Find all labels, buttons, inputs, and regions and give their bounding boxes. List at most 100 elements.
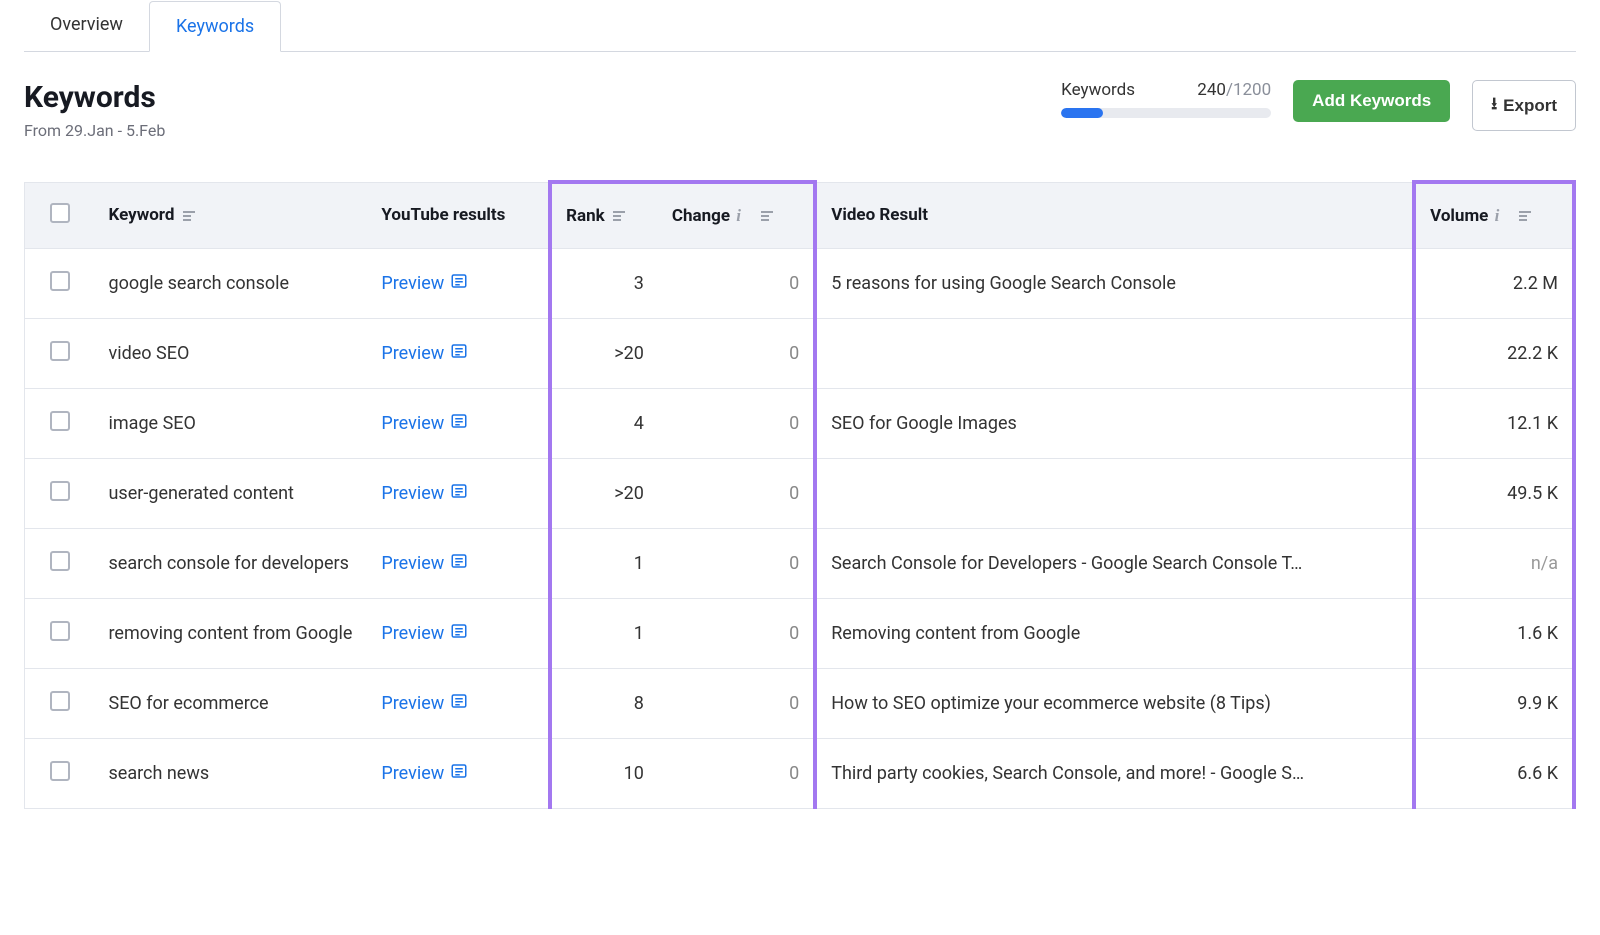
keywords-counter: Keywords 240/1200 [1061,80,1271,118]
change-cell: 0 [658,458,815,528]
change-cell: 0 [658,598,815,668]
preview-label: Preview [381,343,444,364]
table-row: search news Preview 100Third party cookies… [25,738,1575,808]
sort-icon [761,209,775,223]
row-checkbox[interactable] [50,481,70,501]
preview-link[interactable]: Preview [381,412,468,435]
col-video: Video Result [815,182,1414,248]
video-result-cell: 5 reasons for using Google Search Consol… [815,248,1414,318]
preview-link[interactable]: Preview [381,692,468,715]
sort-icon [183,209,197,223]
counter-max: 1200 [1233,80,1271,100]
col-keyword[interactable]: Keyword [95,182,368,248]
row-checkbox[interactable] [50,341,70,361]
video-result-cell: How to SEO optimize your ecommerce websi… [815,668,1414,738]
tab-overview[interactable]: Overview [24,0,149,51]
select-all-checkbox[interactable] [50,203,70,223]
table-row: video SEOPreview>20022.2 K [25,318,1575,388]
video-result-cell: SEO for Google Images [815,388,1414,458]
export-button[interactable]: ⭳ Export [1472,80,1576,131]
keyword-cell: image SEO [95,388,368,458]
counter-label: Keywords [1061,80,1135,100]
volume-cell: n/a [1414,528,1574,598]
row-checkbox[interactable] [50,621,70,641]
preview-link[interactable]: Preview [381,622,468,645]
page-title: Keywords [24,80,165,115]
col-volume[interactable]: Volume i [1414,182,1574,248]
download-icon: ⭳ [1491,91,1497,120]
preview-label: Preview [381,273,444,294]
volume-cell: 22.2 K [1414,318,1574,388]
keyword-cell: search news [95,738,368,808]
table-row: google search console Preview 305 reasons … [25,248,1575,318]
change-cell: 0 [658,738,815,808]
preview-label: Preview [381,483,444,504]
video-result-cell: Search Console for Developers - Google S… [815,528,1414,598]
preview-link[interactable]: Preview [381,552,468,575]
keyword-cell: removing content from Google [95,598,368,668]
rank-cell: 3 [550,248,658,318]
change-cell: 0 [658,528,815,598]
rank-cell: 8 [550,668,658,738]
table-row: user-generated content Preview >200 49.5 K [25,458,1575,528]
volume-cell: 49.5 K [1414,458,1574,528]
preview-icon [450,342,468,365]
change-cell: 0 [658,388,815,458]
change-cell: 0 [658,318,815,388]
info-icon[interactable]: i [1495,206,1511,226]
table-row: SEO for ecommerce Preview 80How to SEO opt… [25,668,1575,738]
preview-icon [450,552,468,575]
keyword-cell: search console for developers [95,528,368,598]
video-result-cell: Third party cookies, Search Console, and… [815,738,1414,808]
change-cell: 0 [658,668,815,738]
rank-cell: >20 [550,318,658,388]
col-rank[interactable]: Rank [550,182,658,248]
volume-cell: 6.6 K [1414,738,1574,808]
preview-label: Preview [381,763,444,784]
preview-link[interactable]: Preview [381,762,468,785]
volume-cell: 12.1 K [1414,388,1574,458]
video-result-cell: Removing content from Google [815,598,1414,668]
preview-link[interactable]: Preview [381,482,468,505]
rank-cell: 1 [550,598,658,668]
row-checkbox[interactable] [50,691,70,711]
col-change[interactable]: Change i [658,182,815,248]
volume-cell: 9.9 K [1414,668,1574,738]
keyword-cell: user-generated content [95,458,368,528]
tabs: Overview Keywords [24,0,1576,52]
counter-used: 240 [1197,80,1226,100]
keyword-cell: SEO for ecommerce [95,668,368,738]
rank-cell: 10 [550,738,658,808]
info-icon[interactable]: i [736,206,752,226]
col-youtube: YouTube results [367,182,550,248]
rank-cell: 4 [550,388,658,458]
volume-cell: 2.2 M [1414,248,1574,318]
add-keywords-button[interactable]: Add Keywords [1293,80,1450,122]
keyword-cell: google search console [95,248,368,318]
preview-link[interactable]: Preview [381,272,468,295]
row-checkbox[interactable] [50,761,70,781]
row-checkbox[interactable] [50,411,70,431]
sort-icon [1519,209,1533,223]
table-row: search console for developers Preview 10Se… [25,528,1575,598]
date-range: From 29.Jan - 5.Feb [24,121,165,140]
row-checkbox[interactable] [50,271,70,291]
preview-icon [450,622,468,645]
preview-link[interactable]: Preview [381,342,468,365]
preview-icon [450,692,468,715]
tab-keywords[interactable]: Keywords [149,1,281,52]
row-checkbox[interactable] [50,551,70,571]
preview-label: Preview [381,623,444,644]
video-result-cell [815,458,1414,528]
volume-cell: 1.6 K [1414,598,1574,668]
export-label: Export [1503,96,1557,116]
progress-bar [1061,108,1271,118]
preview-icon [450,482,468,505]
preview-icon [450,762,468,785]
rank-cell: 1 [550,528,658,598]
change-cell: 0 [658,248,815,318]
preview-icon [450,412,468,435]
table-row: image SEO Preview 40SEO for Google Images1… [25,388,1575,458]
rank-cell: >20 [550,458,658,528]
preview-label: Preview [381,553,444,574]
